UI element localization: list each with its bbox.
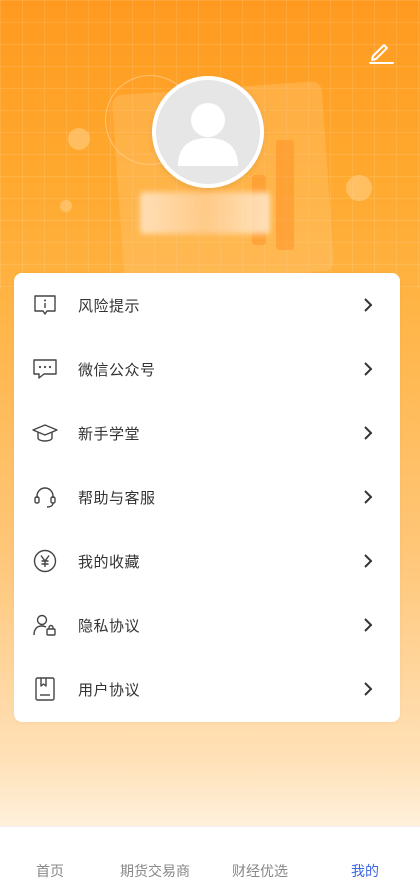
menu-item-favorites[interactable]: 我的收藏 — [14, 529, 400, 593]
tab-mine[interactable]: 我的 — [351, 861, 379, 880]
user-avatar-icon — [178, 103, 238, 166]
profile-screen: 风险提示 微信公众号 新手学堂 帮助与客服 我的收藏 隐私协议 用户协议 首页 … — [0, 0, 420, 880]
menu-item-label: 微信公众号 — [78, 360, 156, 379]
username-obscured — [140, 192, 270, 234]
chevron-right-icon — [364, 362, 373, 376]
header-dot-decoration — [346, 175, 372, 201]
header-dot-decoration — [68, 128, 90, 150]
chevron-right-icon — [364, 682, 373, 696]
menu-item-label: 隐私协议 — [78, 616, 141, 635]
tab-futures-brokers[interactable]: 期货交易商 — [120, 861, 190, 880]
chevron-right-icon — [364, 554, 373, 568]
tab-finance-picks[interactable]: 财经优选 — [232, 861, 288, 880]
document-bookmark-icon — [32, 676, 58, 702]
user-lock-icon — [32, 612, 58, 638]
menu-item-wechat[interactable]: 微信公众号 — [14, 337, 400, 401]
chevron-right-icon — [364, 298, 373, 312]
menu-item-beginner-school[interactable]: 新手学堂 — [14, 401, 400, 465]
menu-item-risk-notice[interactable]: 风险提示 — [14, 273, 400, 337]
edit-profile-button[interactable] — [366, 36, 396, 66]
graduation-cap-icon — [32, 420, 58, 446]
bottom-tab-bar: 首页 期货交易商 财经优选 我的 — [0, 826, 420, 880]
menu-card: 风险提示 微信公众号 新手学堂 帮助与客服 我的收藏 隐私协议 用户协议 — [14, 273, 400, 722]
header-dot-decoration — [60, 200, 72, 212]
risk-notice-icon — [32, 292, 58, 318]
yen-coin-icon — [32, 548, 58, 574]
chevron-right-icon — [364, 618, 373, 632]
avatar[interactable] — [152, 76, 264, 188]
menu-item-user-agreement[interactable]: 用户协议 — [14, 657, 400, 721]
header-bar-decoration — [276, 140, 294, 250]
wechat-chat-icon — [32, 356, 58, 382]
menu-item-help-support[interactable]: 帮助与客服 — [14, 465, 400, 529]
menu-item-label: 风险提示 — [78, 296, 141, 315]
menu-item-label: 我的收藏 — [78, 552, 141, 571]
chevron-right-icon — [364, 426, 373, 440]
menu-item-label: 用户协议 — [78, 680, 141, 699]
menu-item-label: 新手学堂 — [78, 424, 141, 443]
chevron-right-icon — [364, 490, 373, 504]
headset-icon — [32, 484, 58, 510]
menu-item-privacy-policy[interactable]: 隐私协议 — [14, 593, 400, 657]
tab-home[interactable]: 首页 — [36, 861, 64, 880]
menu-item-label: 帮助与客服 — [78, 488, 156, 507]
pencil-edit-icon — [369, 44, 394, 64]
